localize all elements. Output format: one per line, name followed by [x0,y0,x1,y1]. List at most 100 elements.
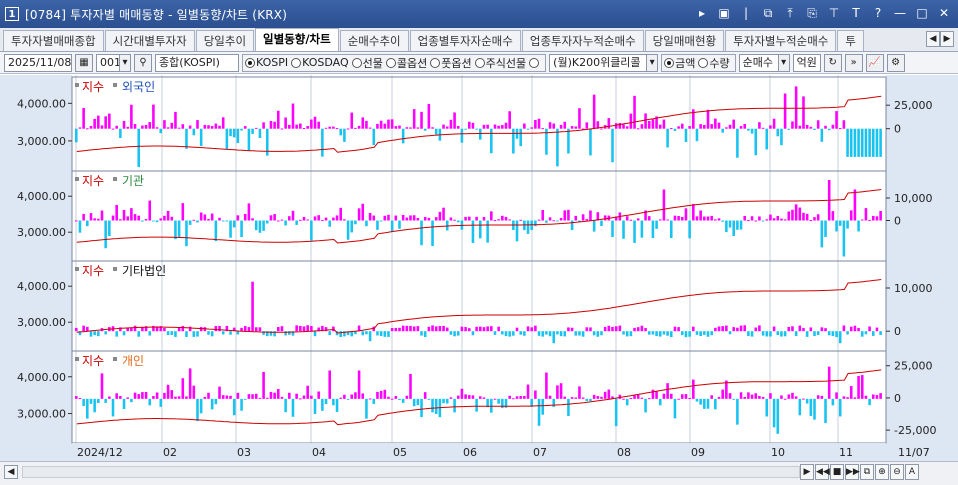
export-icon[interactable]: ⤒ [782,5,798,21]
investor-chart-area[interactable]: 지수 외국인 4,000.00 3,000.00 25,000 0 지수 기관 4,000.00… [0,75,958,461]
chart-toggle-icon[interactable]: 📈 [865,53,884,72]
radio-kosdaq[interactable]: KOSDAQ [291,56,349,69]
bar-mark [739,220,743,230]
bar-mark [288,216,291,221]
bar-mark [148,200,152,221]
bar-mark [453,331,456,337]
radio-quantity[interactable]: 수량 [698,55,730,71]
bar-mark [769,125,772,129]
bar-mark [534,119,537,129]
close-icon[interactable]: ✕ [936,5,952,21]
index-select[interactable]: (월)K200위클리콜 [549,53,648,72]
scroll-left-icon[interactable]: ◀ [4,465,18,479]
bar-mark [721,326,724,332]
bar-mark [512,331,515,336]
bar-mark [633,220,636,243]
font-icon[interactable]: T [848,5,864,21]
bar-mark [486,124,489,129]
index-dropdown-icon[interactable]: ▾ [646,53,659,72]
bar-mark [427,326,431,332]
link-icon[interactable]: ⧉ [760,5,776,21]
bar-mark [633,95,636,129]
radio-call-option[interactable]: 콜옵션 [385,55,427,71]
fast-forward-icon[interactable]: » [844,53,863,72]
calendar-icon[interactable]: ▦ [75,53,93,72]
tab-daily-chart[interactable]: 일별동향/차트 [255,28,339,51]
x-tick-label: 06 [463,446,477,459]
tab-more[interactable]: 투 [837,30,864,51]
bar-mark [306,385,309,399]
stop-icon[interactable]: ■ [830,464,844,480]
menu-icon[interactable]: ▣ [716,5,732,21]
investor-chart-svg[interactable]: 지수 외국인4,000.003,000.0025,0000지수 기관4,000.00… [0,75,958,461]
bar-mark [809,126,813,129]
zoom-in-icon[interactable]: ⊕ [875,464,889,480]
split-view-icon[interactable]: ⧉ [860,464,874,480]
bar-mark [445,327,449,332]
rewind-icon[interactable]: ◀◀ [815,464,830,480]
maximize-icon[interactable]: □ [914,5,930,21]
bar-mark [684,394,688,399]
tab-daily-trades[interactable]: 당일매매현황 [644,30,725,51]
tab-sector-cumulative[interactable]: 업종투자자누적순매수 [521,30,644,51]
zoom-out-icon[interactable]: ⊖ [890,464,904,480]
bar-mark [328,126,331,129]
help-icon[interactable]: ? [870,5,886,21]
bar-mark [144,391,148,399]
tab-prev-icon[interactable]: ◀ [926,31,940,47]
tab-investor-summary[interactable]: 투자자별매매종합 [3,30,104,51]
bar-mark [453,219,456,221]
bar-mark [464,327,467,332]
legend-marker-icon [75,267,79,271]
radio-put-option[interactable]: 풋옵션 [430,55,472,71]
bar-mark [232,128,236,138]
radio-kospi[interactable]: KOSPI [245,56,288,69]
fast-forward-end-icon[interactable]: ▶▶ [845,464,860,480]
radio-amount[interactable]: 금액 [664,55,695,71]
radio-stock-futures[interactable]: 주식선물 [474,55,526,71]
bar-mark [383,331,387,337]
bar-mark [747,219,750,221]
code-input[interactable]: 001 [96,53,121,72]
bar-mark [185,220,188,247]
trade-type-dropdown-icon[interactable]: ▾ [777,53,790,72]
bar-mark [122,209,126,221]
bar-mark [776,398,780,434]
bar-mark [614,326,618,332]
tab-next-icon[interactable]: ▶ [940,31,954,47]
tab-sector-investor-net[interactable]: 업종별투자자순매수 [409,30,521,51]
play-forward-icon[interactable]: ▶ [800,464,814,480]
code-dropdown-icon[interactable]: ▾ [119,53,131,72]
bar-mark [368,398,372,400]
tab-net-buy-trend[interactable]: 순매수추이 [339,30,409,51]
radio-other[interactable] [529,57,540,68]
bar-mark [115,125,118,129]
refresh-icon[interactable]: ↻ [823,53,842,72]
bar-mark [130,398,133,403]
date-input[interactable]: 2025/11/08 [4,53,72,72]
tab-hourly-investor[interactable]: 시간대별투자자 [104,30,195,51]
bar-mark [387,214,390,221]
bar-mark [699,331,702,337]
radio-dot-icon [291,57,302,68]
tab-investor-cumulative[interactable]: 투자자별누적순매수 [725,30,837,51]
bar-mark [835,331,838,338]
bar-mark [203,214,207,221]
bar-mark [482,397,486,399]
copy-icon[interactable]: ⎘ [804,5,820,21]
search-icon[interactable]: ⚲ [134,53,152,72]
trade-type-select[interactable]: 순매수 [738,53,779,72]
bar-mark [181,203,185,221]
radio-futures[interactable]: 선물 [351,55,383,71]
bar-mark [570,327,574,332]
bar-mark [809,327,813,332]
tab-daily-trend[interactable]: 당일추이 [195,30,255,51]
pin-icon[interactable]: ⊤ [826,5,842,21]
play-icon[interactable]: ▸ [694,5,710,21]
bar-mark [277,327,280,332]
text-size-icon[interactable]: A [905,464,919,480]
scroll-track[interactable] [22,466,800,478]
settings-gear-icon[interactable]: ⚙ [886,53,905,72]
minimize-icon[interactable]: — [892,5,908,21]
bar-mark [133,214,137,221]
